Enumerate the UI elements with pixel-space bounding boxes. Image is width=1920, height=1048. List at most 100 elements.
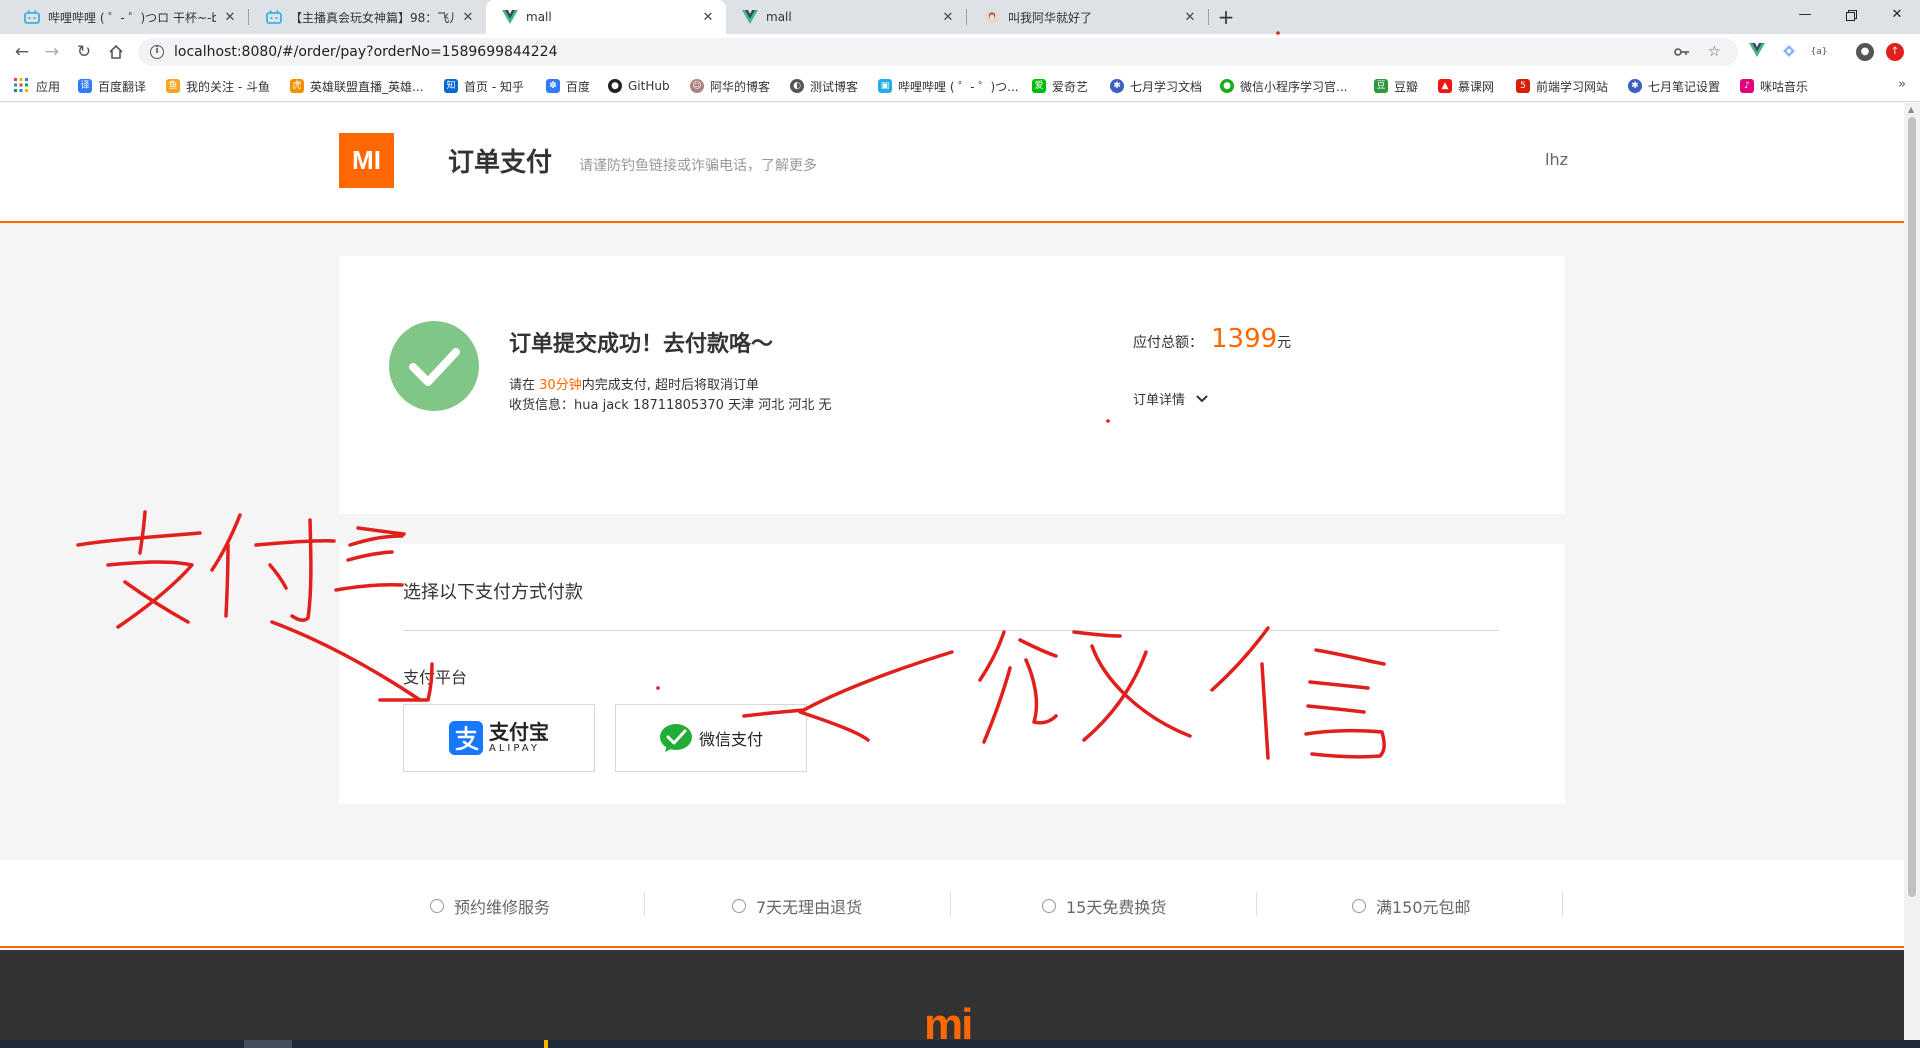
- tab-separator: [248, 9, 249, 25]
- close-icon[interactable]: ✕: [700, 10, 716, 25]
- bookmark-item[interactable]: ✱ 七月学习文档: [1110, 78, 1202, 94]
- browser-tab-mall[interactable]: mall ✕: [726, 0, 966, 34]
- url-text[interactable]: localhost:8080/#/order/pay?orderNo=15896…: [174, 44, 557, 60]
- page-scrollbar[interactable]: ▲: [1904, 103, 1920, 1048]
- bookmark-label: 应用: [36, 79, 61, 94]
- bilibili-icon: [266, 9, 282, 25]
- bookmark-label: 百度翻译: [98, 79, 147, 94]
- browser-tab-bilibili-video[interactable]: 【主播真会玩女神篇】98：飞儿乐 ✕: [250, 0, 486, 34]
- minimize-icon[interactable]: —: [1782, 0, 1828, 30]
- wechat-pay-button[interactable]: 微信支付: [615, 704, 807, 772]
- bookmark-item[interactable]: ▣ 哔哩哔哩 ( ゜- ゜)つ...: [878, 78, 1019, 94]
- extension-icon[interactable]: [1780, 43, 1798, 61]
- close-icon[interactable]: ✕: [222, 10, 238, 25]
- bookmark-item[interactable]: ◐ 测试博客: [790, 78, 858, 94]
- douyu-icon: 鱼: [166, 79, 180, 93]
- service-shipping[interactable]: 满150元包邮: [1352, 894, 1471, 918]
- scroll-up-icon[interactable]: ▲: [1908, 105, 1914, 114]
- restore-icon[interactable]: [1828, 0, 1874, 30]
- json-extension-icon[interactable]: {a}: [1810, 43, 1828, 61]
- bookmark-item[interactable]: ▲ 慕课网: [1438, 78, 1494, 94]
- bookmark-label: 七月笔记设置: [1648, 79, 1721, 94]
- alipay-name-en: ALIPAY: [489, 743, 540, 754]
- vue-icon: [502, 9, 518, 25]
- close-icon[interactable]: ✕: [1182, 10, 1198, 25]
- taskbar-item[interactable]: [244, 1040, 292, 1048]
- key-icon[interactable]: [1674, 38, 1690, 66]
- bookmark-star-icon[interactable]: ☆: [1708, 38, 1721, 66]
- bookmark-item[interactable]: ● GitHub: [608, 78, 670, 94]
- bookmark-item[interactable]: ● 微信小程序学习官...: [1220, 78, 1347, 94]
- bookmark-item[interactable]: 虎英雄联盟直播_英雄...: [290, 78, 423, 94]
- forward-icon[interactable]: →: [40, 40, 64, 64]
- service-repair[interactable]: 预约维修服务: [430, 894, 550, 918]
- total-label: 应付总额：: [1133, 335, 1203, 351]
- alipay-button[interactable]: 支付宝 ALIPAY: [403, 704, 595, 772]
- translate-icon: 译: [78, 79, 92, 93]
- home-icon[interactable]: [104, 40, 128, 64]
- bookmark-label: 微信小程序学习官...: [1240, 79, 1348, 94]
- reload-icon[interactable]: ↻: [72, 40, 96, 64]
- bilibili-icon: ▣: [878, 79, 892, 93]
- close-icon[interactable]: ✕: [460, 10, 476, 25]
- bookmark-label: 咪咕音乐: [1760, 79, 1809, 94]
- flame-icon: ▲: [1438, 79, 1452, 93]
- wechat-pay-label: 微信支付: [698, 730, 763, 749]
- browser-toolbar: ← → ↻ i localhost:8080/#/order/pay?order…: [0, 34, 1920, 70]
- fifteen-icon: [1042, 899, 1056, 913]
- bookmark-item[interactable]: 知首页 - 知乎: [444, 78, 524, 94]
- back-icon[interactable]: ←: [10, 40, 34, 64]
- os-taskbar: [0, 1040, 1920, 1048]
- bookmark-label: 爱奇艺: [1052, 79, 1089, 94]
- order-success-title: 订单提交成功！去付款咯～: [509, 332, 774, 357]
- bookmark-item[interactable]: 爱爱奇艺: [1032, 78, 1088, 94]
- bookmark-item[interactable]: ☺ 阿华的博客: [690, 78, 770, 94]
- update-icon[interactable]: ↑: [1886, 43, 1904, 61]
- service-return[interactable]: 7天无理由退货: [732, 894, 862, 918]
- gift-icon: [1352, 899, 1366, 913]
- bookmarks-overflow-icon[interactable]: »: [1898, 77, 1906, 92]
- vue-icon: [742, 9, 758, 25]
- profile-avatar-icon[interactable]: ●: [1856, 43, 1874, 61]
- shipping-info: 收货信息：hua jack 18711805370 天津 河北 河北 无: [509, 398, 832, 413]
- browser-tab-mall-active[interactable]: mall ✕: [486, 0, 726, 34]
- site-footer: mi: [0, 950, 1904, 1048]
- bookmark-item[interactable]: 鱼我的关注 - 斗鱼: [166, 78, 270, 94]
- avatar-icon: ☺: [690, 79, 704, 93]
- address-bar[interactable]: i localhost:8080/#/order/pay?orderNo=158…: [138, 38, 1738, 66]
- bookmark-item[interactable]: ✽ 百度: [546, 78, 590, 94]
- bookmark-item[interactable]: ✱ 七月笔记设置: [1628, 78, 1720, 94]
- alipay-icon: [449, 721, 483, 755]
- bookmark-apps[interactable]: 应用: [14, 77, 61, 94]
- browser-tab-bilibili-home[interactable]: 哔哩哔哩 ( ゜- ゜)つロ 干杯~-bilibili ✕: [8, 0, 248, 34]
- browser-tab-blog[interactable]: 叫我阿华就好了 ✕: [968, 0, 1208, 34]
- scrollbar-thumb[interactable]: [1908, 117, 1916, 897]
- new-tab-button[interactable]: +: [1212, 3, 1240, 31]
- payment-deadline-text: 请在 30分钟内完成支付, 超时后将取消订单: [509, 374, 759, 393]
- bookmark-item[interactable]: 豆豆瓣: [1374, 78, 1418, 94]
- username[interactable]: lhz: [1545, 150, 1568, 169]
- divider: [1256, 892, 1257, 916]
- browser-tab-strip: 哔哩哔哩 ( ゜- ゜)つロ 干杯~-bilibili ✕ 【主播真会玩女神篇】…: [0, 0, 1920, 34]
- order-detail-toggle[interactable]: 订单详情: [1133, 389, 1209, 408]
- window-close-icon[interactable]: ✕: [1874, 0, 1920, 30]
- success-check-icon: [389, 321, 479, 411]
- tab-title: 哔哩哔哩 ( ゜- ゜)つロ 干杯~-bilibili: [48, 10, 216, 25]
- tab-title: mall: [766, 10, 792, 24]
- taskbar-item[interactable]: [544, 1040, 548, 1048]
- vue-devtools-icon[interactable]: [1748, 43, 1766, 61]
- mi-logo[interactable]: MI: [339, 133, 394, 188]
- page-title: 订单支付: [448, 148, 553, 178]
- tab-separator: [1208, 9, 1209, 25]
- avatar-icon: [984, 9, 1000, 25]
- bookmark-item[interactable]: ♪ 咪咕音乐: [1740, 78, 1808, 94]
- order-total: 应付总额： 1399 元: [1133, 324, 1291, 354]
- bookmark-item[interactable]: 5 前端学习网站: [1516, 78, 1608, 94]
- bookmark-item[interactable]: 译百度翻译: [78, 78, 146, 94]
- html5-icon: 5: [1516, 79, 1530, 93]
- bookmark-label: 豆瓣: [1394, 79, 1419, 94]
- anti-fraud-tip: 请谨防钓鱼链接或诈骗电话，了解更多: [579, 158, 817, 174]
- service-exchange[interactable]: 15天免费换货: [1042, 894, 1166, 918]
- close-icon[interactable]: ✕: [940, 10, 956, 25]
- site-info-icon[interactable]: i: [150, 45, 164, 59]
